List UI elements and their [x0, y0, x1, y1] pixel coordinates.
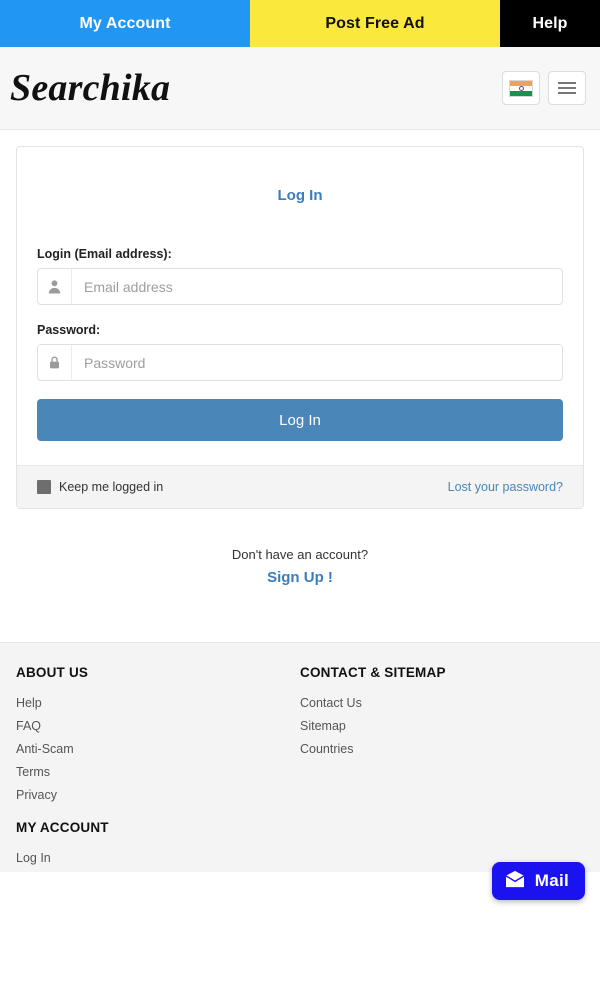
email-input-group[interactable] — [37, 268, 563, 305]
lock-icon — [38, 345, 72, 380]
nav-my-account[interactable]: My Account — [0, 0, 250, 47]
password-input-group[interactable] — [37, 344, 563, 381]
keep-me-logged-in-label: Keep me logged in — [59, 480, 164, 494]
envelope-icon — [504, 870, 526, 893]
header-actions — [502, 71, 586, 105]
keep-me-logged-in-control[interactable]: Keep me logged in — [37, 480, 163, 494]
login-submit-button[interactable]: Log In — [37, 399, 563, 441]
login-card-body: Log In Login (Email address): Password: — [17, 147, 583, 465]
lost-password-link[interactable]: Lost your password? — [448, 480, 563, 494]
user-icon — [38, 269, 72, 304]
india-flag-icon — [509, 79, 533, 97]
top-navigation-bar: My Account Post Free Ad Help — [0, 0, 600, 47]
footer-link-sitemap[interactable]: Sitemap — [300, 719, 584, 733]
site-footer: ABOUT US Help FAQ Anti-Scam Terms Privac… — [0, 642, 600, 872]
footer-heading-contact-sitemap: CONTACT & SITEMAP — [300, 665, 446, 680]
mail-floating-button[interactable]: Mail — [491, 862, 585, 900]
login-card-footer: Keep me logged in Lost your password? — [17, 465, 583, 508]
site-logo[interactable]: Searchika — [10, 69, 170, 107]
language-flag-button[interactable] — [502, 71, 540, 105]
footer-link-contact-us[interactable]: Contact Us — [300, 696, 584, 710]
hamburger-menu-icon[interactable] — [548, 71, 586, 105]
signup-prompt: Don't have an account? Sign Up ! — [0, 525, 600, 586]
keep-me-logged-in-checkbox[interactable] — [37, 480, 51, 494]
login-card: Log In Login (Email address): Password: — [16, 146, 584, 509]
nav-help-label: Help — [532, 14, 568, 32]
footer-heading-about-us: ABOUT US — [16, 665, 89, 680]
main-content: Log In Login (Email address): Password: — [0, 146, 600, 872]
login-card-title[interactable]: Log In — [37, 187, 563, 204]
signup-link[interactable]: Sign Up ! — [0, 569, 600, 586]
password-input[interactable] — [72, 345, 562, 380]
footer-link-anti-scam[interactable]: Anti-Scam — [16, 742, 300, 756]
footer-link-faq[interactable]: FAQ — [16, 719, 300, 733]
footer-column-contact: CONTACT & SITEMAP Contact Us Sitemap Cou… — [300, 665, 584, 846]
nav-help[interactable]: Help — [500, 0, 600, 47]
footer-column-about: ABOUT US Help FAQ Anti-Scam Terms Privac… — [16, 665, 300, 865]
signup-question: Don't have an account? — [231, 547, 369, 562]
footer-link-log-in[interactable]: Log In — [16, 851, 300, 865]
email-field-label: Login (Email address): — [37, 247, 172, 261]
password-field-label: Password: — [37, 323, 101, 337]
footer-link-countries[interactable]: Countries — [300, 742, 584, 756]
email-input[interactable] — [72, 269, 562, 304]
nav-post-free-ad[interactable]: Post Free Ad — [250, 0, 500, 47]
nav-post-free-ad-label: Post Free Ad — [325, 14, 425, 32]
footer-heading-my-account: MY ACCOUNT — [16, 820, 109, 835]
footer-link-privacy[interactable]: Privacy — [16, 788, 300, 802]
mail-floating-button-label: Mail — [534, 871, 569, 890]
footer-link-terms[interactable]: Terms — [16, 765, 300, 779]
footer-link-help[interactable]: Help — [16, 696, 300, 710]
nav-my-account-label: My Account — [79, 14, 171, 32]
site-header: Searchika — [0, 47, 600, 130]
